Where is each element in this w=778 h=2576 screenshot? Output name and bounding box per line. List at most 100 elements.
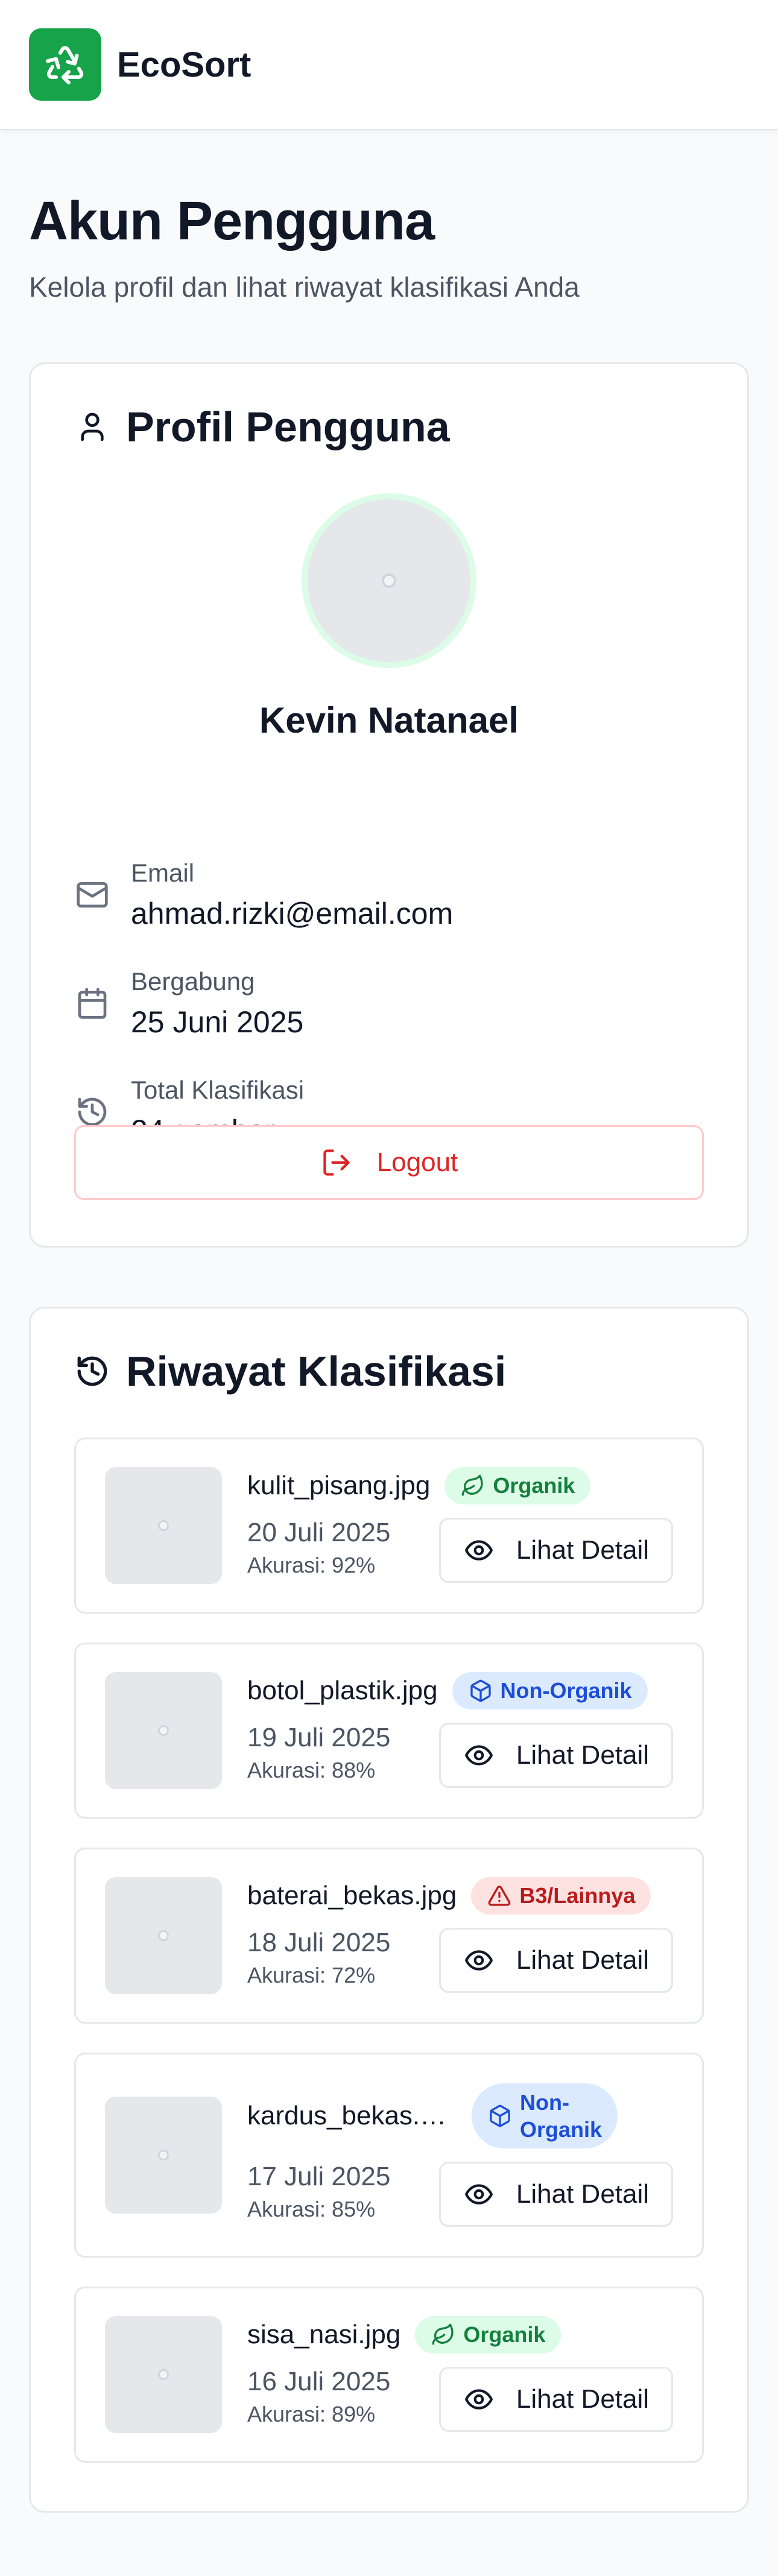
history-item: kardus_bekas.jpg Non- Organik 17 Juli 20… [74, 2053, 704, 2258]
view-detail-button[interactable]: Lihat Detail [439, 1518, 673, 1583]
accuracy: Akurasi: 72% [247, 1963, 376, 1987]
history-item-meta: 16 Juli 2025 Akurasi: 89% [247, 2367, 390, 2427]
category-label-line2: Organik [520, 2117, 602, 2142]
accuracy: Akurasi: 88% [247, 1758, 376, 1782]
leaf-icon [460, 1473, 485, 1498]
user-name: Kevin Natanael [259, 700, 519, 740]
view-detail-label: Lihat Detail [516, 2179, 650, 2209]
page-subtitle: Kelola profil dan lihat riwayat klasifik… [29, 271, 580, 303]
view-detail-button[interactable]: Lihat Detail [439, 2162, 673, 2227]
history-item-header: kardus_bekas.jpg Non- Organik [247, 2083, 673, 2148]
accuracy: Akurasi: 92% [247, 1553, 376, 1577]
eye-icon [463, 1740, 495, 1771]
logout-label: Logout [376, 1148, 458, 1177]
history-card: Riwayat Klasifikasi kulit_pisang.jpg Org… [29, 1307, 749, 2513]
history-title-text: Riwayat Klasifikasi [126, 1348, 507, 1395]
history-item-meta: 17 Juli 2025 Akurasi: 85% [247, 2162, 390, 2222]
category-badge: Non-Organik [452, 1672, 648, 1709]
history-item: baterai_bekas.jpg B3/Lainnya 18 Juli 202… [74, 1848, 704, 2024]
accuracy: Akurasi: 85% [247, 2197, 376, 2221]
logout-icon [320, 1146, 353, 1179]
category-label: Non-Organik [500, 1678, 632, 1703]
page-title: Akun Pengguna [29, 191, 435, 251]
avatar [302, 493, 476, 668]
eye-icon [463, 1535, 495, 1566]
classification-date: 20 Juli 2025 [247, 1518, 391, 1547]
history-item-meta: 19 Juli 2025 Akurasi: 88% [247, 1723, 390, 1783]
file-name: botol_plastik.jpg [247, 1676, 438, 1705]
category-badge: B3/Lainnya [471, 1877, 651, 1915]
logout-button[interactable]: Logout [74, 1125, 704, 1200]
category-label: Organik [463, 2322, 546, 2347]
email-value: ahmad.rizki@email.com [131, 897, 454, 930]
classification-date: 18 Juli 2025 [247, 1928, 391, 1957]
history-item-meta: 18 Juli 2025 Akurasi: 72% [247, 1928, 390, 1988]
app-name[interactable]: EcoSort [117, 45, 251, 85]
box-icon [487, 2103, 513, 2129]
classification-date: 16 Juli 2025 [247, 2367, 391, 2396]
category-label: Non- Organik [520, 2089, 602, 2143]
view-detail-label: Lihat Detail [516, 2384, 650, 2414]
eye-icon [463, 2179, 495, 2210]
eye-icon [463, 1945, 495, 1976]
profile-section-title: Profil Pengguna [74, 403, 450, 451]
view-detail-button[interactable]: Lihat Detail [439, 2367, 673, 2432]
image-thumbnail [105, 1467, 222, 1584]
image-placeholder-icon [158, 1930, 169, 1941]
history-item: botol_plastik.jpg Non-Organik 19 Juli 20… [74, 1643, 704, 1819]
user-icon [74, 409, 110, 445]
history-icon [74, 1094, 110, 1130]
profile-title-text: Profil Pengguna [126, 403, 450, 450]
email-row: Email ahmad.rizki@email.com [74, 859, 704, 931]
history-icon [74, 1353, 110, 1389]
warning-icon [487, 1883, 512, 1908]
image-placeholder-icon [158, 2369, 169, 2380]
mail-icon [74, 877, 110, 913]
calendar-icon [74, 985, 110, 1021]
file-name: sisa_nasi.jpg [247, 2320, 401, 2349]
view-detail-button[interactable]: Lihat Detail [439, 1723, 673, 1788]
image-placeholder-icon [158, 1520, 169, 1531]
category-badge: Non- Organik [472, 2083, 618, 2148]
category-badge: Organik [415, 2316, 561, 2353]
history-item-meta: 20 Juli 2025 Akurasi: 92% [247, 1518, 390, 1578]
main-content: Akun Pengguna Kelola profil dan lihat ri… [0, 191, 778, 2513]
view-detail-label: Lihat Detail [516, 1945, 650, 1975]
leaf-icon [431, 2322, 456, 2347]
total-label: Total Klasifikasi [131, 1076, 305, 1104]
file-name: kulit_pisang.jpg [247, 1471, 431, 1500]
history-item-header: kulit_pisang.jpg Organik [247, 1467, 673, 1504]
history-item: kulit_pisang.jpg Organik 20 Juli 2025 Ak… [74, 1438, 704, 1614]
joined-label: Bergabung [131, 967, 255, 996]
file-name: baterai_bekas.jpg [247, 1881, 457, 1910]
recycle-icon[interactable] [29, 28, 101, 101]
app-header: EcoSort [0, 0, 778, 130]
joined-value: 25 Juni 2025 [131, 1005, 304, 1039]
image-thumbnail [105, 1672, 222, 1789]
image-placeholder-icon [158, 2150, 169, 2161]
history-item-header: sisa_nasi.jpg Organik [247, 2316, 673, 2353]
history-item-header: baterai_bekas.jpg B3/Lainnya [247, 1877, 673, 1915]
category-badge: Organik [444, 1467, 591, 1504]
classification-date: 17 Juli 2025 [247, 2162, 391, 2191]
category-label-line1: Non- [520, 2090, 569, 2115]
view-detail-button[interactable]: Lihat Detail [439, 1928, 673, 1993]
file-name: kardus_bekas.jpg [247, 2101, 450, 2130]
view-detail-label: Lihat Detail [516, 1535, 650, 1565]
classification-date: 19 Juli 2025 [247, 1723, 391, 1752]
category-label: B3/Lainnya [519, 1883, 636, 1908]
image-thumbnail [105, 2316, 222, 2433]
image-placeholder-icon [158, 1725, 169, 1736]
image-thumbnail [105, 1877, 222, 1994]
joined-row: Bergabung 25 Juni 2025 [74, 967, 704, 1040]
email-label: Email [131, 859, 195, 887]
history-item-header: botol_plastik.jpg Non-Organik [247, 1672, 673, 1709]
history-list: kulit_pisang.jpg Organik 20 Juli 2025 Ak… [74, 1438, 704, 2463]
view-detail-label: Lihat Detail [516, 1740, 650, 1770]
image-thumbnail [105, 2097, 222, 2214]
history-section-title: Riwayat Klasifikasi [74, 1347, 704, 1395]
history-item: sisa_nasi.jpg Organik 16 Juli 2025 Akura… [74, 2287, 704, 2463]
box-icon [468, 1678, 493, 1703]
category-label: Organik [493, 1473, 575, 1498]
accuracy: Akurasi: 89% [247, 2402, 376, 2426]
